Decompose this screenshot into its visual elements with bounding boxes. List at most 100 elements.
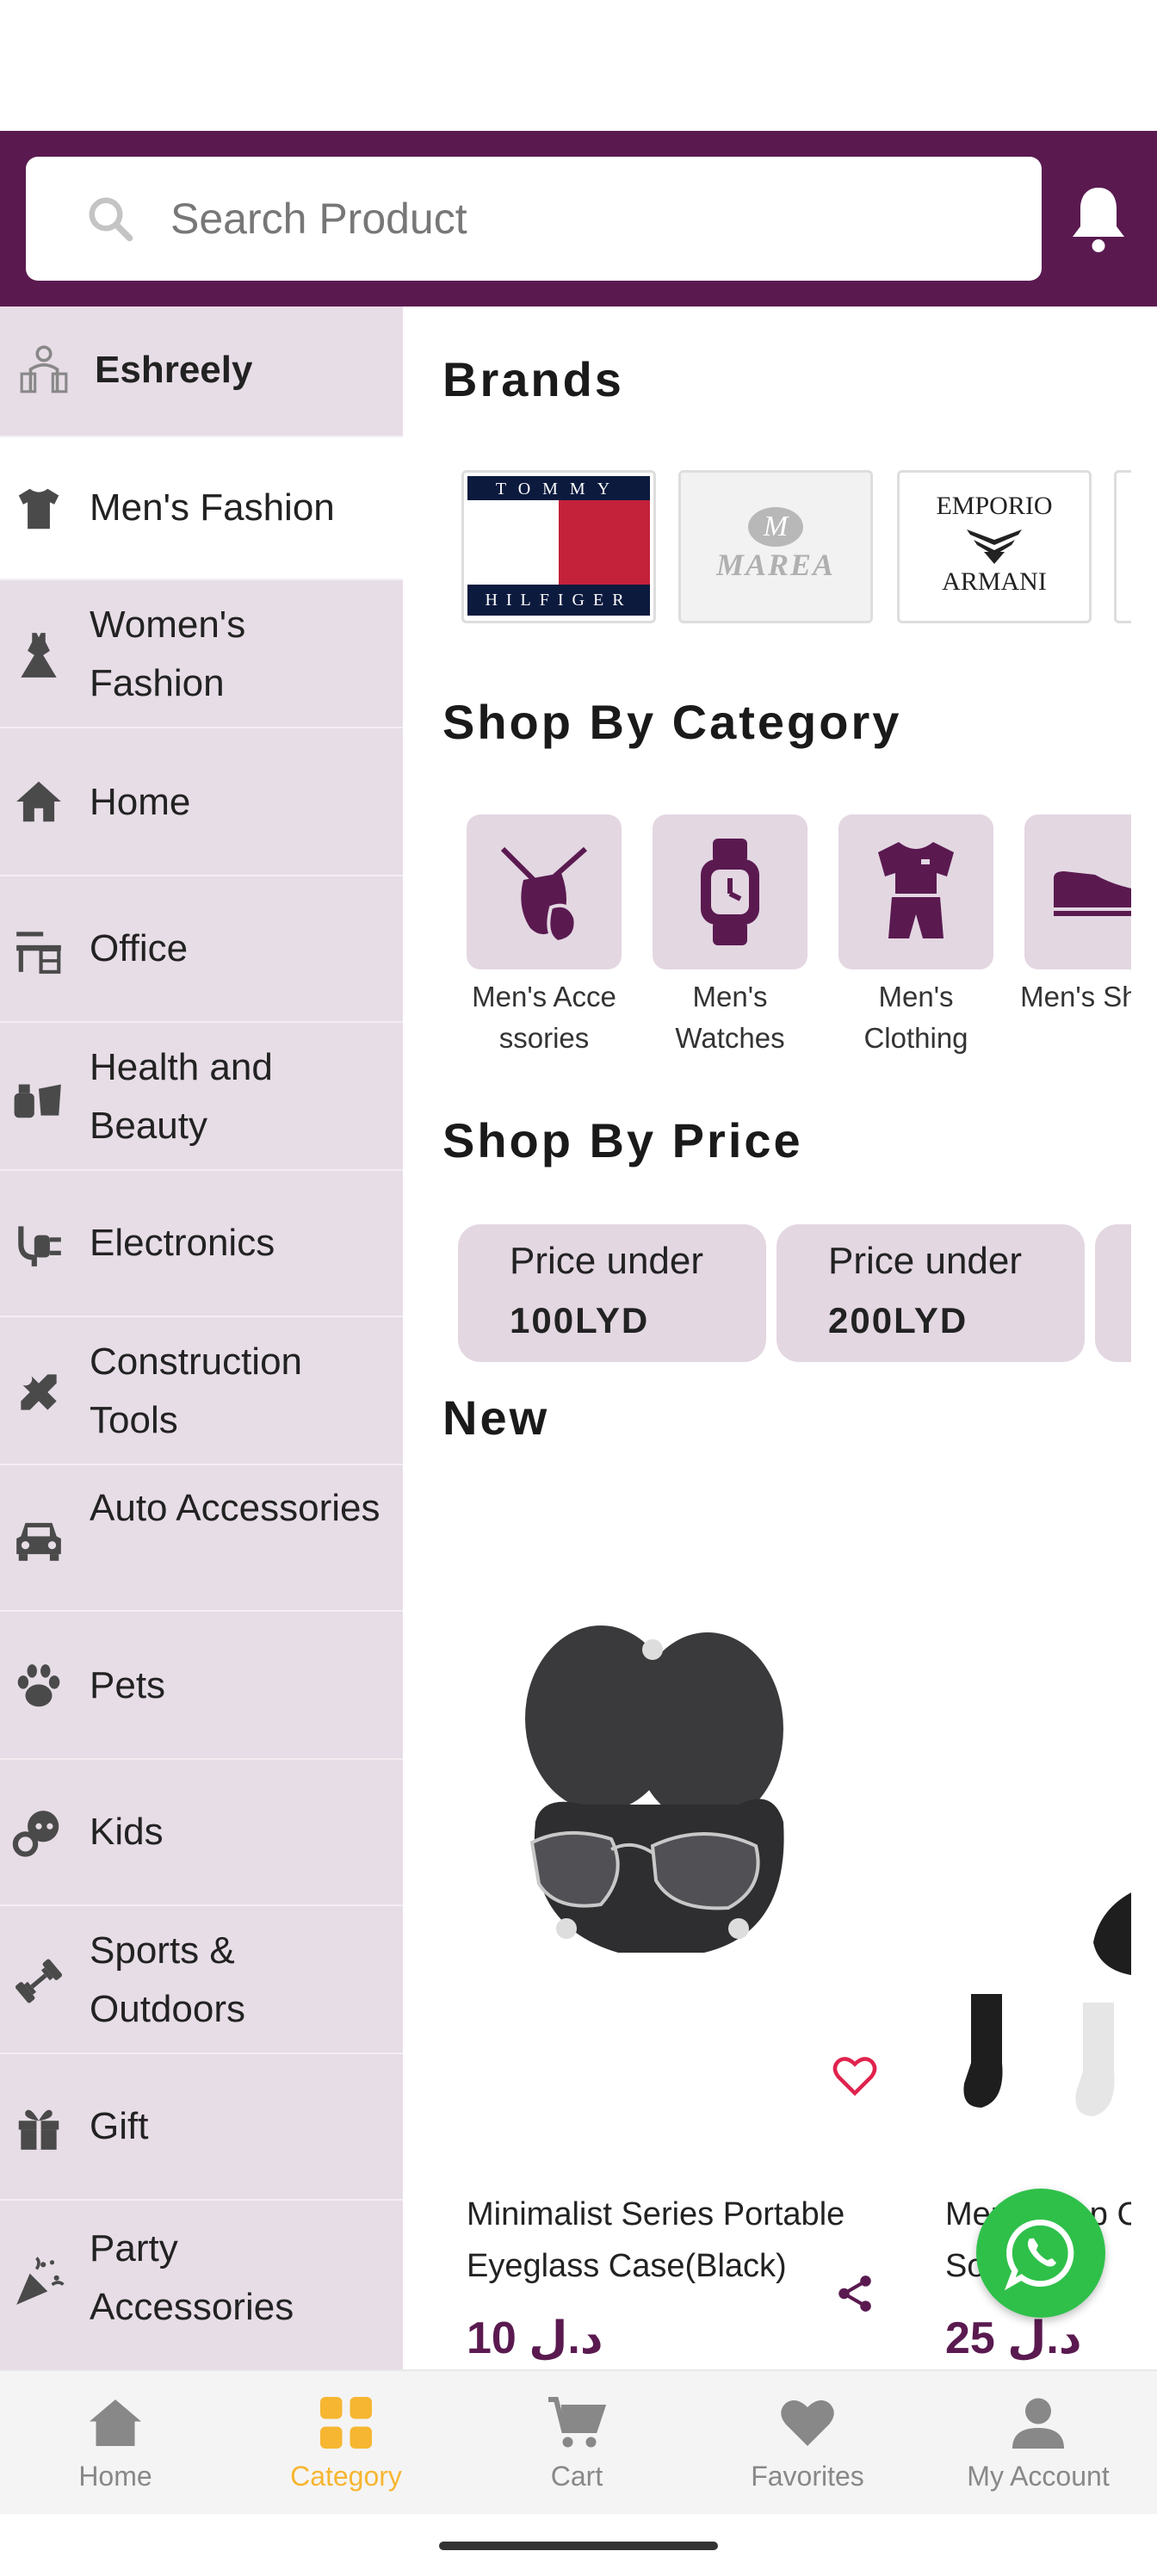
brand-line1: TOMMY — [467, 476, 650, 500]
category-tile-mens-clothing[interactable] — [838, 814, 993, 969]
party-popper-icon — [16, 2257, 65, 2305]
search-input[interactable]: Search Product — [26, 157, 1042, 281]
nav-label: Category — [290, 2461, 402, 2492]
car-icon — [16, 1522, 61, 1561]
price-value: 10 — [467, 2313, 517, 2363]
sidebar-item-label: Auto Accessories — [90, 1487, 381, 1529]
sidebar-item-mens-fashion[interactable]: Men's Fashion — [0, 437, 403, 580]
price-filter-label: Price under — [828, 1240, 1023, 1282]
sidebar-item-label: Eshreely — [95, 349, 253, 391]
tshirt-icon — [18, 488, 59, 529]
nav-home[interactable]: Home — [0, 2371, 231, 2516]
sidebar-item-party-accessories[interactable]: Party Accessories — [0, 2201, 403, 2369]
sidebar-item-construction-tools[interactable]: Construction Tools — [0, 1317, 403, 1465]
sidebar-item-label: Construction Tools — [90, 1341, 303, 1441]
brand-card-marea[interactable]: M MAREA — [678, 470, 873, 623]
header: Search Product — [0, 131, 1157, 307]
nav-cart[interactable]: Cart — [461, 2371, 692, 2516]
sidebar-item-label: Electronics — [90, 1222, 275, 1264]
cart-icon — [548, 2397, 607, 2448]
dress-icon — [21, 633, 57, 678]
search-placeholder: Search Product — [170, 195, 467, 243]
sidebar-item-auto-accessories[interactable]: Auto Accessories — [0, 1465, 403, 1612]
sidebar-item-pets[interactable]: Pets — [0, 1612, 403, 1760]
dumbbell-icon — [15, 1959, 63, 2003]
currency-label: د.ل — [1007, 2313, 1082, 2363]
nav-label: Home — [78, 2461, 152, 2492]
watch-icon — [701, 839, 759, 945]
nav-label: Favorites — [751, 2461, 864, 2492]
sidebar-item-office[interactable]: Office — [0, 876, 403, 1023]
nav-label: My Account — [967, 2461, 1110, 2492]
shop-by-price-title: Shop By Price — [442, 1113, 803, 1167]
search-icon — [89, 197, 133, 242]
brand-card-emporio-armani[interactable]: EMPORIO ARMANI — [897, 470, 1092, 623]
baby-icon — [12, 1811, 59, 1857]
beauty-products-icon — [14, 1084, 61, 1118]
category-label: Men's Watches — [675, 981, 785, 1054]
category-tile-mens-accessories[interactable] — [467, 814, 622, 969]
black-sock-image — [963, 1994, 1003, 2108]
home-icon — [90, 2400, 141, 2446]
sidebar-item-electronics[interactable]: Electronics — [0, 1171, 403, 1317]
sidebar-item-sports-outdoors[interactable]: Sports & Outdoors — [0, 1906, 403, 2054]
category-label: Men's Acce ssories — [472, 981, 616, 1054]
house-icon — [16, 781, 61, 822]
shop-by-category-title: Shop By Category — [442, 695, 902, 749]
nav-my-account[interactable]: My Account — [923, 2371, 1154, 2516]
favorite-heart-icon[interactable] — [832, 2053, 878, 2099]
category-label: Men's Clothing — [863, 981, 968, 1054]
product-name: Minimalist Series Portable Eyeglass Case… — [467, 2196, 845, 2284]
price-filter-200[interactable]: Price under 200LYD — [776, 1224, 1085, 1362]
status-bar — [0, 0, 1157, 131]
product-price: د.ل 10 — [467, 2313, 603, 2364]
bell-icon[interactable] — [1067, 183, 1129, 255]
shopping-bags-icon — [20, 345, 68, 393]
brand-line1: MAREA — [715, 548, 836, 582]
brands-title: Brands — [442, 352, 624, 406]
product-price: د.ل 25 — [945, 2313, 1082, 2364]
sidebar-item-womens-fashion[interactable]: Women's Fashion — [0, 580, 403, 728]
clothing-icon — [878, 842, 954, 938]
category-content: Brands TOMMY HILFIGER M MAREA EMPORIO AR… — [403, 307, 1157, 2369]
sidebar-item-label: Home — [90, 781, 191, 823]
price-filter-amount: 200LYD — [828, 1300, 968, 1341]
nav-label: Cart — [550, 2461, 603, 2492]
sidebar-item-label: Gift — [90, 2105, 149, 2147]
sidebar-item-label: Women's Fashion — [90, 604, 246, 704]
whatsapp-icon — [1004, 2219, 1074, 2291]
sidebar-item-label: Pets — [90, 1664, 166, 1706]
sidebar-item-label: Health and Beauty — [90, 1046, 273, 1147]
sidebar-item-label: Party Accessories — [90, 2227, 294, 2328]
user-icon — [1012, 2398, 1064, 2449]
sidebar-item-gift[interactable]: Gift — [0, 2054, 403, 2201]
gift-icon — [18, 2109, 59, 2150]
nav-category[interactable]: Category — [231, 2371, 461, 2516]
bottom-nav: Home Category Cart Favorites My Account — [0, 2369, 1157, 2514]
new-title: New — [442, 1390, 550, 1445]
tommy-logo: TOMMY HILFIGER — [467, 476, 650, 616]
whatsapp-button[interactable] — [976, 2189, 1105, 2318]
sidebar-item-home[interactable]: Home — [0, 728, 403, 876]
heart-icon — [781, 2400, 834, 2446]
accessories-icon — [500, 846, 587, 944]
grid-icon — [320, 2397, 372, 2449]
brand-line2: HILFIGER — [485, 591, 633, 610]
sidebar-item-health-beauty[interactable]: Health and Beauty — [0, 1023, 403, 1171]
sidebar-item-label: Sports & Outdoors — [90, 1929, 245, 2030]
category-sidebar: Eshreely Men's Fashion Women's Fashion H… — [0, 307, 403, 2369]
category-tile-mens-watches[interactable] — [653, 814, 807, 969]
price-filter-label: Price under — [510, 1240, 704, 1282]
tools-icon — [18, 1372, 57, 1410]
gesture-bar[interactable] — [439, 2542, 718, 2550]
sidebar-item-eshreely[interactable]: Eshreely — [0, 307, 403, 437]
paw-icon — [17, 1664, 60, 1707]
brand-line1: EMPORIO — [936, 492, 1053, 520]
brand-card-tommy-hilfiger[interactable]: TOMMY HILFIGER — [461, 470, 656, 623]
nav-favorites[interactable]: Favorites — [692, 2371, 923, 2516]
eyeglass-case-image — [525, 1625, 784, 1953]
sidebar-item-kids[interactable]: Kids — [0, 1760, 403, 1906]
plug-icon — [18, 1226, 61, 1266]
desk-icon — [16, 932, 61, 974]
price-filter-100[interactable]: Price under 100LYD — [458, 1224, 766, 1362]
